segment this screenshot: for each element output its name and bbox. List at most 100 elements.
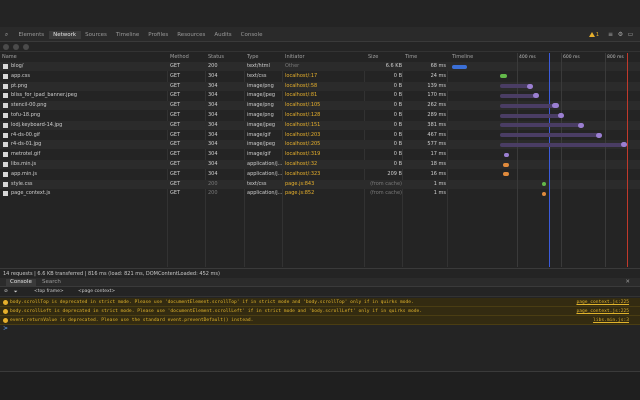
timeline-bar-receive xyxy=(558,113,564,118)
timeline-bar[interactable] xyxy=(500,123,584,128)
cell-size: 0 B xyxy=(393,141,402,148)
console-drawer-icon[interactable]: ≡ xyxy=(607,31,614,38)
cell-status: 200 xyxy=(208,63,218,69)
cell-time: 1 ms xyxy=(433,190,446,197)
timeline-tick-label: 600 ms xyxy=(563,55,580,60)
cell-name: app.css xyxy=(11,72,30,79)
timeline-bar[interactable] xyxy=(503,172,509,177)
cell-size: 209 B xyxy=(387,170,402,177)
clear-console-icon[interactable]: ⊘ xyxy=(4,289,8,294)
cell-name: r4-ds-00.gif xyxy=(11,131,40,138)
cell-method: GET xyxy=(170,82,181,89)
console-message-source[interactable]: libs.min.js:3 xyxy=(593,316,629,325)
cell-type: image/gif xyxy=(247,131,271,138)
file-icon xyxy=(3,73,8,79)
cell-initiator[interactable]: localhost/:128 xyxy=(285,111,365,120)
tab-elements[interactable]: Elements xyxy=(14,31,49,39)
tab-search[interactable]: Search xyxy=(38,279,65,286)
devtools-tabbar: ⌕ Elements Network Sources Timeline Prof… xyxy=(0,27,640,42)
cell-initiator[interactable]: localhost/:151 xyxy=(285,121,365,130)
warning-counter[interactable]: 1 xyxy=(588,32,599,38)
cell-type: text/html xyxy=(247,63,270,69)
cell-name: app.min.js xyxy=(11,170,38,177)
cell-status: 304 xyxy=(208,92,218,99)
column-header-name[interactable]: Name xyxy=(2,53,157,62)
timeline-bar[interactable] xyxy=(542,191,546,196)
timeline-bar[interactable] xyxy=(500,113,564,118)
timeline-gridline xyxy=(561,53,562,267)
cell-size: 0 B xyxy=(393,102,402,109)
cell-status: 304 xyxy=(208,151,218,158)
file-icon xyxy=(3,171,8,177)
tab-console-drawer[interactable]: Console xyxy=(6,279,36,286)
cell-method: GET xyxy=(170,72,181,79)
timeline-bar-receive xyxy=(578,122,584,128)
timeline-bar[interactable] xyxy=(504,152,509,157)
timeline-bar[interactable] xyxy=(500,133,602,138)
record-icon[interactable] xyxy=(3,44,9,50)
frame-select[interactable]: <top frame> xyxy=(34,289,64,294)
clear-icon[interactable] xyxy=(13,44,19,50)
tab-console[interactable]: Console xyxy=(236,31,267,39)
cell-initiator[interactable]: localhost/:323 xyxy=(285,170,365,179)
cell-time: 262 ms xyxy=(427,102,446,109)
search-icon[interactable]: ⌕ xyxy=(3,31,10,38)
column-header-initiator[interactable]: Initiator xyxy=(285,53,365,62)
tab-profiles[interactable]: Profiles xyxy=(144,31,173,39)
console-message-source[interactable]: page_context.js:225 xyxy=(576,307,629,316)
cell-initiator[interactable]: localhost/:81 xyxy=(285,91,365,100)
dock-icon[interactable]: ▭ xyxy=(627,31,634,38)
domcontentloaded-line xyxy=(549,53,550,267)
tab-network[interactable]: Network xyxy=(48,31,81,39)
file-icon xyxy=(3,132,8,138)
cell-initiator[interactable]: localhost/:105 xyxy=(285,101,365,110)
filter-icon[interactable]: ⏷ xyxy=(14,289,18,295)
cell-initiator[interactable]: localhost/:58 xyxy=(285,82,365,91)
console-prompt[interactable]: > xyxy=(3,325,8,332)
cell-time: 170 ms xyxy=(427,92,446,99)
cell-initiator[interactable]: localhost/:32 xyxy=(285,160,365,169)
timeline-bar[interactable] xyxy=(542,182,546,187)
column-header-status[interactable]: Status xyxy=(208,53,244,62)
cell-initiator[interactable]: localhost/:17 xyxy=(285,72,365,81)
cell-time: 467 ms xyxy=(427,131,446,138)
cell-size: 0 B xyxy=(393,161,402,167)
console-message-source[interactable]: page_context.js:225 xyxy=(576,298,629,307)
column-header-method[interactable]: Method xyxy=(170,53,206,62)
filter-icon[interactable] xyxy=(23,44,29,50)
tab-timeline[interactable]: Timeline xyxy=(111,31,143,39)
context-select[interactable]: <page context> xyxy=(78,289,115,294)
cell-method: GET xyxy=(170,190,181,197)
close-icon[interactable]: ✕ xyxy=(621,279,634,286)
column-header-type[interactable]: Type xyxy=(247,53,284,62)
cell-initiator[interactable]: localhost/:319 xyxy=(285,150,365,159)
cell-time: 139 ms xyxy=(427,82,446,89)
cell-initiator[interactable]: page.js:843 xyxy=(285,180,365,189)
tab-resources[interactable]: Resources xyxy=(173,31,210,39)
cell-method: GET xyxy=(170,102,181,109)
cell-type: application/j... xyxy=(247,170,283,177)
cell-type: image/png xyxy=(247,102,274,109)
timeline-bar[interactable] xyxy=(500,74,507,79)
file-icon xyxy=(3,181,8,187)
column-header-size[interactable]: Size xyxy=(368,53,404,62)
file-icon xyxy=(3,113,8,118)
cell-type: image/jpeg xyxy=(247,121,276,128)
cell-size: (from cache) xyxy=(370,180,402,187)
console-warning: body.scrollLeft is deprecated in strict … xyxy=(0,307,640,316)
timeline-bar[interactable] xyxy=(500,103,559,108)
timeline-bar[interactable] xyxy=(503,162,509,167)
column-header-time[interactable]: Time xyxy=(405,53,447,62)
cell-initiator[interactable]: localhost/:203 xyxy=(285,131,365,140)
tab-sources[interactable]: Sources xyxy=(81,31,112,39)
warning-icon xyxy=(3,318,8,323)
warning-icon xyxy=(588,32,595,37)
tab-audits[interactable]: Audits xyxy=(210,31,236,39)
console-messages: body.scrollTop is deprecated in strict m… xyxy=(0,298,640,325)
timeline-bar[interactable] xyxy=(452,64,467,69)
timeline-bar[interactable] xyxy=(500,142,627,147)
cell-initiator[interactable]: page.js:852 xyxy=(285,189,365,198)
cell-initiator[interactable]: localhost/:205 xyxy=(285,140,365,149)
settings-icon[interactable]: ⚙ xyxy=(617,31,624,38)
cell-size: 0 B xyxy=(393,131,402,138)
